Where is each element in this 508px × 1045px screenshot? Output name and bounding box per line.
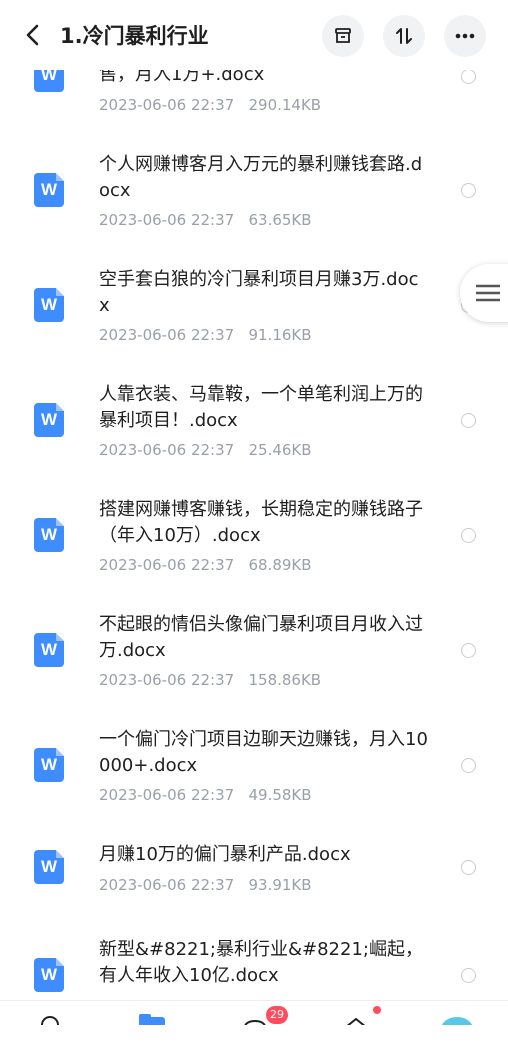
file-meta: 2023-06-06 22:37 93.91KB bbox=[99, 876, 312, 894]
file-name: 搭建网赚博客赚钱，长期稳定的赚钱路子（年入10万）.docx bbox=[99, 499, 423, 546]
menu-icon bbox=[476, 284, 500, 302]
more-button[interactable] bbox=[444, 15, 486, 57]
file-meta: 2023-06-06 22:37 290.14KB bbox=[99, 96, 321, 114]
file-size: 49.58KB bbox=[248, 786, 312, 804]
file-date: 2023-06-06 22:37 bbox=[99, 211, 235, 229]
file-date: 2023-06-06 22:37 bbox=[99, 671, 235, 689]
cube-icon[interactable] bbox=[343, 1013, 369, 1025]
file-date: 2023-06-06 22:37 bbox=[99, 326, 235, 344]
file-meta: 2023-06-06 22:37 158.86KB bbox=[99, 671, 321, 689]
top-bar: 1.冷门暴利行业 bbox=[0, 0, 508, 70]
file-row[interactable]: W 人靠衣装、马靠鞍，一个单笔利润上万的暴利项目！.docx 2023-06-0… bbox=[0, 380, 508, 490]
file-meta: 2023-06-06 22:37 25.46KB bbox=[99, 441, 312, 459]
file-name: 一个偏门冷门项目边聊天边赚钱，月入10000+.docx bbox=[99, 729, 428, 776]
home-icon[interactable] bbox=[38, 1013, 62, 1025]
select-radio[interactable] bbox=[461, 758, 476, 773]
file-row[interactable]: W 个人网赚博客月入万元的暴利赚钱套路.docx 2023-06-06 22:3… bbox=[0, 150, 508, 260]
file-name: 新型&#8221;暴利行业&#8221;崛起，有人年收入10亿.docx bbox=[99, 939, 423, 986]
word-doc-icon: W bbox=[34, 633, 64, 667]
select-radio[interactable] bbox=[461, 413, 476, 428]
select-radio[interactable] bbox=[461, 968, 476, 983]
select-radio[interactable] bbox=[461, 183, 476, 198]
page-title: 1.冷门暴利行业 bbox=[60, 24, 209, 48]
sort-button[interactable] bbox=[383, 15, 425, 57]
file-row[interactable]: W 不起眼的情侣头像偏门暴利项目月收入过万.docx 2023-06-06 22… bbox=[0, 610, 508, 720]
archive-button[interactable] bbox=[322, 15, 364, 57]
folder-icon[interactable] bbox=[138, 1013, 166, 1025]
select-radio[interactable] bbox=[461, 643, 476, 658]
file-row[interactable]: W 一个偏门冷门项目边聊天边赚钱，月入10000+.docx 2023-06-0… bbox=[0, 725, 508, 835]
file-date: 2023-06-06 22:37 bbox=[99, 876, 235, 894]
file-size: 25.46KB bbox=[248, 441, 312, 459]
file-name: 不起眼的情侣头像偏门暴利项目月收入过万.docx bbox=[99, 614, 423, 661]
red-dot-indicator bbox=[373, 1006, 381, 1014]
select-radio[interactable] bbox=[461, 69, 476, 84]
file-name: 月赚10万的偏门暴利产品.docx bbox=[99, 844, 351, 865]
file-size: 91.16KB bbox=[248, 326, 312, 344]
word-doc-icon: W bbox=[34, 958, 64, 992]
file-size: 290.14KB bbox=[248, 96, 322, 114]
bottom-nav bbox=[0, 1000, 508, 1025]
file-row[interactable]: W 月赚10万的偏门暴利产品.docx 2023-06-06 22:37 93.… bbox=[0, 840, 508, 950]
notification-badge: 29 bbox=[266, 1006, 288, 1024]
word-doc-icon: W bbox=[34, 748, 64, 782]
file-date: 2023-06-06 22:37 bbox=[99, 556, 235, 574]
file-meta: 2023-06-06 22:37 91.16KB bbox=[99, 326, 312, 344]
word-doc-icon: W bbox=[34, 850, 64, 884]
file-meta: 2023-06-06 22:37 49.58KB bbox=[99, 786, 312, 804]
file-row[interactable]: W 搭建网赚博客赚钱，长期稳定的赚钱路子（年入10万）.docx 2023-06… bbox=[0, 495, 508, 605]
file-size: 158.86KB bbox=[248, 671, 322, 689]
file-date: 2023-06-06 22:37 bbox=[99, 96, 235, 114]
file-row[interactable]: W 新型&#8221;暴利行业&#8221;崛起，有人年收入10亿.docx bbox=[0, 935, 508, 1045]
chat-icon[interactable] bbox=[242, 1013, 268, 1025]
chevron-left-icon bbox=[26, 24, 39, 46]
word-doc-icon: W bbox=[34, 288, 64, 322]
file-size: 68.89KB bbox=[248, 556, 312, 574]
file-meta: 2023-06-06 22:37 63.65KB bbox=[99, 211, 312, 229]
file-name: 空手套白狼的冷门暴利项目月赚3万.docx bbox=[99, 269, 419, 316]
file-date: 2023-06-06 22:37 bbox=[99, 786, 235, 804]
file-name: 人靠衣装、马靠鞍，一个单笔利润上万的暴利项目！.docx bbox=[99, 384, 423, 431]
file-meta: 2023-06-06 22:37 68.89KB bbox=[99, 556, 312, 574]
file-name: 个人网赚博客月入万元的暴利赚钱套路.docx bbox=[99, 154, 423, 201]
word-doc-icon: W bbox=[34, 173, 64, 207]
file-size: 93.91KB bbox=[248, 876, 312, 894]
select-radio[interactable] bbox=[461, 860, 476, 875]
back-button[interactable] bbox=[20, 22, 46, 48]
word-doc-icon: W bbox=[34, 403, 64, 437]
select-radio[interactable] bbox=[461, 528, 476, 543]
file-date: 2023-06-06 22:37 bbox=[99, 441, 235, 459]
file-row[interactable]: W 空手套白狼的冷门暴利项目月赚3万.docx 2023-06-06 22:37… bbox=[0, 265, 508, 375]
more-icon bbox=[455, 33, 475, 39]
file-size: 63.65KB bbox=[248, 211, 312, 229]
word-doc-icon: W bbox=[34, 518, 64, 552]
archive-icon bbox=[335, 28, 351, 43]
sort-icon bbox=[396, 28, 412, 44]
